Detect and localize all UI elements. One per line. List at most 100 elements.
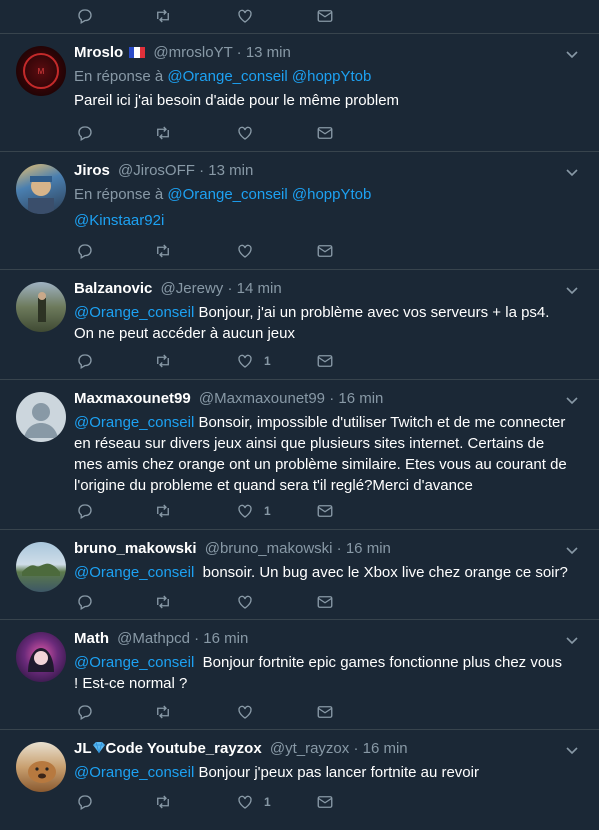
mention-link[interactable]: @Orange_conseil — [74, 654, 194, 671]
like-button[interactable] — [236, 702, 264, 722]
mention-link[interactable]: @Kinstaar92i — [74, 212, 164, 229]
avatar[interactable] — [16, 542, 66, 592]
chevron-down-icon[interactable] — [565, 544, 579, 558]
user-handle[interactable]: @bruno_makowski — [205, 540, 333, 557]
display-name[interactable]: bruno_makowski — [74, 540, 197, 557]
reply-icon — [78, 595, 92, 610]
tweet[interactable]: JL Code Youtube_rayzox @yt_rayzox · 16 mi… — [0, 730, 599, 830]
message-button[interactable] — [316, 592, 334, 612]
chevron-down-icon[interactable] — [565, 744, 579, 758]
user-handle[interactable]: @Jerewy — [161, 280, 224, 297]
chevron-down-icon[interactable] — [565, 48, 579, 62]
avatar[interactable] — [16, 392, 66, 442]
avatar-image — [28, 761, 56, 783]
timeline-feed: M Mroslo @mrosloYT · 13 min En réponse à… — [0, 0, 599, 830]
tweet[interactable]: M Mroslo @mrosloYT · 13 min En réponse à… — [0, 34, 599, 152]
tweet-text: @Orange_conseil Bonjour, j'ai un problèm… — [74, 304, 550, 342]
mention-link[interactable]: @hoppYtob — [292, 186, 371, 203]
like-button[interactable] — [236, 241, 264, 261]
timestamp[interactable]: 16 min — [338, 390, 383, 407]
message-icon — [317, 505, 333, 517]
timestamp[interactable]: 16 min — [203, 630, 248, 647]
user-handle[interactable]: @Maxmaxounet99 — [199, 390, 325, 407]
reply-button[interactable] — [76, 592, 94, 612]
reply-button[interactable] — [76, 792, 94, 812]
timestamp[interactable]: 16 min — [363, 740, 408, 757]
mention-link[interactable]: @Orange_conseil — [74, 414, 194, 431]
mention-link[interactable]: @Orange_conseil — [74, 304, 194, 321]
avatar[interactable] — [16, 632, 66, 682]
message-button[interactable] — [316, 123, 334, 143]
message-button[interactable] — [316, 351, 334, 371]
like-count: 1 — [264, 354, 271, 368]
avatar-image — [22, 563, 60, 576]
retweet-icon — [157, 9, 169, 23]
reply-icon — [78, 9, 92, 24]
chevron-down-icon[interactable] — [565, 284, 579, 298]
reply-button[interactable] — [76, 6, 94, 26]
avatar-image — [28, 648, 54, 672]
like-button[interactable]: 1 — [236, 792, 271, 812]
reply-context: En réponse à @Orange_conseil @hoppYtob — [74, 68, 372, 85]
message-button[interactable] — [316, 702, 334, 722]
message-button[interactable] — [316, 501, 334, 521]
retweet-button[interactable] — [154, 501, 172, 521]
retweet-button[interactable] — [154, 123, 172, 143]
user-handle[interactable]: @mrosloYT — [153, 44, 232, 61]
message-button[interactable] — [316, 241, 334, 261]
mention-link[interactable]: @Orange_conseil — [167, 186, 287, 203]
mention-link[interactable]: @Orange_conseil — [74, 564, 194, 581]
retweet-button[interactable] — [154, 6, 172, 26]
retweet-button[interactable] — [154, 592, 172, 612]
like-button[interactable]: 1 — [236, 501, 271, 521]
like-button[interactable]: 1 — [236, 351, 271, 371]
tweet[interactable]: Jiros @JirosOFF · 13 min En réponse à @O… — [0, 152, 599, 270]
avatar[interactable] — [16, 282, 66, 332]
tweet[interactable]: Balzanovic @Jerewy · 14 min @Orange_cons… — [0, 270, 599, 380]
timestamp[interactable]: 13 min — [208, 162, 253, 179]
reply-button[interactable] — [76, 123, 94, 143]
display-name[interactable]: Math — [74, 630, 109, 647]
avatar[interactable]: M — [16, 46, 66, 96]
reply-button[interactable] — [76, 501, 94, 521]
retweet-icon — [157, 504, 169, 518]
timestamp[interactable]: 13 min — [246, 44, 291, 61]
retweet-button[interactable] — [154, 792, 172, 812]
retweet-button[interactable] — [154, 351, 172, 371]
reply-button[interactable] — [76, 702, 94, 722]
like-button[interactable] — [236, 592, 264, 612]
tweet[interactable]: Math @Mathpcd · 16 min @Orange_conseil B… — [0, 620, 599, 730]
display-name[interactable]: Jiros — [74, 162, 110, 179]
like-button[interactable] — [236, 6, 254, 26]
avatar[interactable] — [16, 742, 66, 792]
avatar[interactable] — [16, 164, 66, 214]
tweet[interactable]: Maxmaxounet99 @Maxmaxounet99 · 16 min @O… — [0, 380, 599, 530]
message-button[interactable] — [316, 6, 334, 26]
user-handle[interactable]: @JirosOFF — [118, 162, 195, 179]
retweet-button[interactable] — [154, 241, 172, 261]
chevron-down-icon[interactable] — [565, 166, 579, 180]
display-name[interactable]: Mroslo — [74, 44, 123, 61]
timestamp[interactable]: 16 min — [346, 540, 391, 557]
like-icon — [238, 705, 252, 719]
like-button[interactable] — [236, 123, 264, 143]
chevron-down-icon[interactable] — [565, 394, 579, 408]
user-handle[interactable]: @yt_rayzox — [270, 740, 349, 757]
timestamp[interactable]: 14 min — [237, 280, 282, 297]
display-name[interactable]: Maxmaxounet99 — [74, 390, 191, 407]
message-button[interactable] — [316, 792, 334, 812]
tweet[interactable]: bruno_makowski @bruno_makowski · 16 min … — [0, 530, 599, 620]
like-icon — [238, 354, 252, 368]
display-name[interactable]: JL Code Youtube_rayzox — [74, 740, 262, 757]
retweet-button[interactable] — [154, 702, 172, 722]
display-name[interactable]: Balzanovic — [74, 280, 152, 297]
reply-button[interactable] — [76, 241, 94, 261]
reply-button[interactable] — [76, 351, 94, 371]
chevron-down-icon[interactable] — [565, 634, 579, 648]
mention-link[interactable]: @hoppYtob — [292, 68, 371, 85]
tweet-text: Pareil ici j'ai besoin d'aide pour le mê… — [74, 92, 400, 109]
mention-link[interactable]: @Orange_conseil — [167, 68, 287, 85]
user-handle[interactable]: @Mathpcd — [117, 630, 190, 647]
message-icon — [317, 796, 333, 808]
mention-link[interactable]: @Orange_conseil — [74, 764, 194, 781]
